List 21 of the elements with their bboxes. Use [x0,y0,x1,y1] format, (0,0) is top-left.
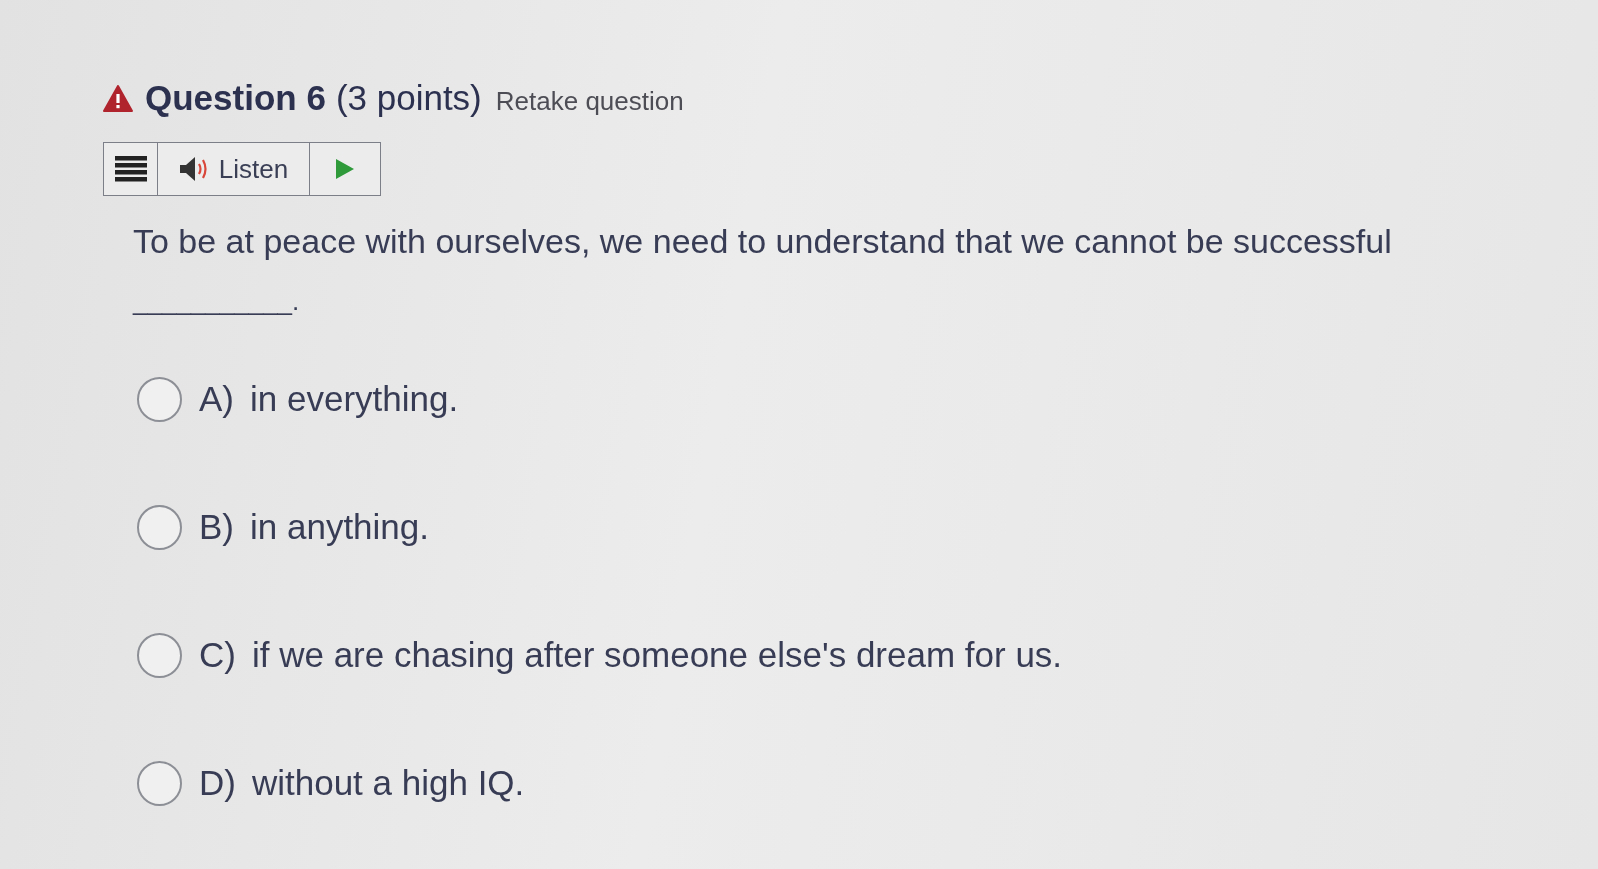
question-title: Question 6 [145,78,326,118]
warning-icon [103,84,133,112]
radio-button[interactable] [137,376,182,422]
option-letter: C) [199,635,236,675]
question-points: (3 points) [335,78,482,118]
option-letter: D) [199,763,236,803]
menu-icon [114,156,147,182]
option-text: if we are chasing after someone else's dream for us. [251,635,1063,675]
option-text: in anything. [250,507,430,547]
play-icon [336,159,354,179]
retake-question-link[interactable]: Retake question [495,86,684,117]
radio-button[interactable] [137,760,182,806]
radio-button[interactable] [137,504,182,550]
option-text: without a high IQ. [251,763,525,803]
option-letter: A) [199,379,234,419]
speaker-icon [178,156,209,182]
radio-button[interactable] [137,632,182,678]
fill-in-line: ___________. [133,286,300,316]
option-text: in everything. [250,379,459,419]
option-letter: B) [199,507,234,547]
question-text: To be at peace with ourselves, we need to understand that we cannot be successful [133,222,1392,260]
